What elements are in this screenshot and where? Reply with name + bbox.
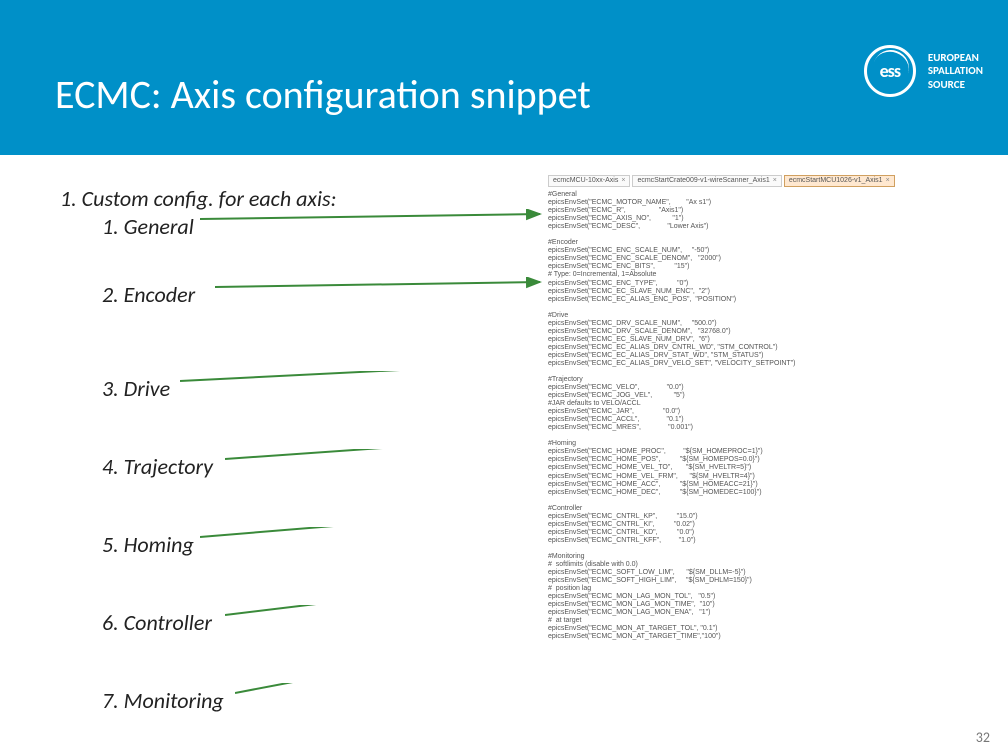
- code-section-drive: #Drive epicsEnvSet("ECMC_DRV_SCALE_NUM",…: [548, 312, 968, 368]
- list-item-general: 1. General: [102, 213, 194, 240]
- code-section-trajectory: #Trajectory epicsEnvSet("ECMC_VELO", "0.…: [548, 376, 968, 432]
- tab-label: ecmcStartCrate009-v1-wireScanner_Axis1: [637, 177, 769, 184]
- code-section-encoder: #Encoder epicsEnvSet("ECMC_ENC_SCALE_NUM…: [548, 239, 968, 303]
- tab[interactable]: ecmcMCU-10xx-Axis×: [548, 175, 630, 187]
- arrow-icon: [180, 371, 550, 391]
- tab[interactable]: ecmcStartCrate009-v1-wireScanner_Axis1 ×: [632, 175, 781, 187]
- arrow-icon: [225, 449, 550, 469]
- list-item-controller: 6. Controller: [102, 609, 212, 636]
- arrow-icon: [235, 683, 550, 733]
- logo-line: EUROPEAN: [928, 51, 983, 64]
- list-item-encoder: 2. Encoder: [102, 281, 195, 308]
- slide-header: ECMC: Axis configuration snippet ess EUR…: [0, 0, 1008, 155]
- code-editor: ecmcMCU-10xx-Axis× ecmcStartCrate009-v1-…: [548, 175, 968, 649]
- tab-active[interactable]: ecmcStartMCU1026-v1_Axis1×: [784, 175, 895, 187]
- logo-line: SPALLATION: [928, 64, 983, 77]
- slide-body: 1. Custom config. for each axis: 1. Gene…: [0, 175, 1008, 735]
- code-section-controller: #Controller epicsEnvSet("ECMC_CNTRL_KP",…: [548, 505, 968, 545]
- list-item-drive: 3. Drive: [102, 375, 170, 402]
- arrow-icon: [200, 527, 550, 547]
- code-section-general: #General epicsEnvSet("ECMC_MOTOR_NAME", …: [548, 191, 968, 231]
- close-icon[interactable]: ×: [621, 177, 625, 184]
- config-list: 1. Custom config. for each axis: 1. Gene…: [60, 185, 500, 214]
- list-item-trajectory: 4. Trajectory: [102, 453, 213, 480]
- code-section-monitoring: #Monitoring # softlimits (disable with 0…: [548, 553, 968, 642]
- logo-line: SOURCE: [928, 78, 983, 91]
- tab-label: ecmcMCU-10xx-Axis: [553, 177, 618, 184]
- editor-tabs: ecmcMCU-10xx-Axis× ecmcStartCrate009-v1-…: [548, 175, 968, 187]
- ess-logo: ess EUROPEAN SPALLATION SOURCE: [864, 45, 983, 97]
- page-number: 32: [976, 729, 990, 746]
- close-icon[interactable]: ×: [773, 177, 777, 184]
- logo-circle-icon: ess: [864, 45, 916, 97]
- logo-text: EUROPEAN SPALLATION SOURCE: [928, 51, 983, 91]
- tab-label: ecmcStartMCU1026-v1_Axis1: [789, 177, 883, 184]
- list-item-monitoring: 7. Monitoring: [102, 687, 224, 714]
- arrow-icon: [225, 605, 550, 635]
- list-main: 1. Custom config. for each axis:: [60, 185, 500, 212]
- code-section-homing: #Homing epicsEnvSet("ECMC_HOME_PROC", "$…: [548, 440, 968, 496]
- close-icon[interactable]: ×: [886, 177, 890, 184]
- arrow-icon: [215, 277, 550, 297]
- slide-title: ECMC: Axis configuration snippet: [55, 70, 591, 119]
- list-item-homing: 5. Homing: [102, 531, 194, 558]
